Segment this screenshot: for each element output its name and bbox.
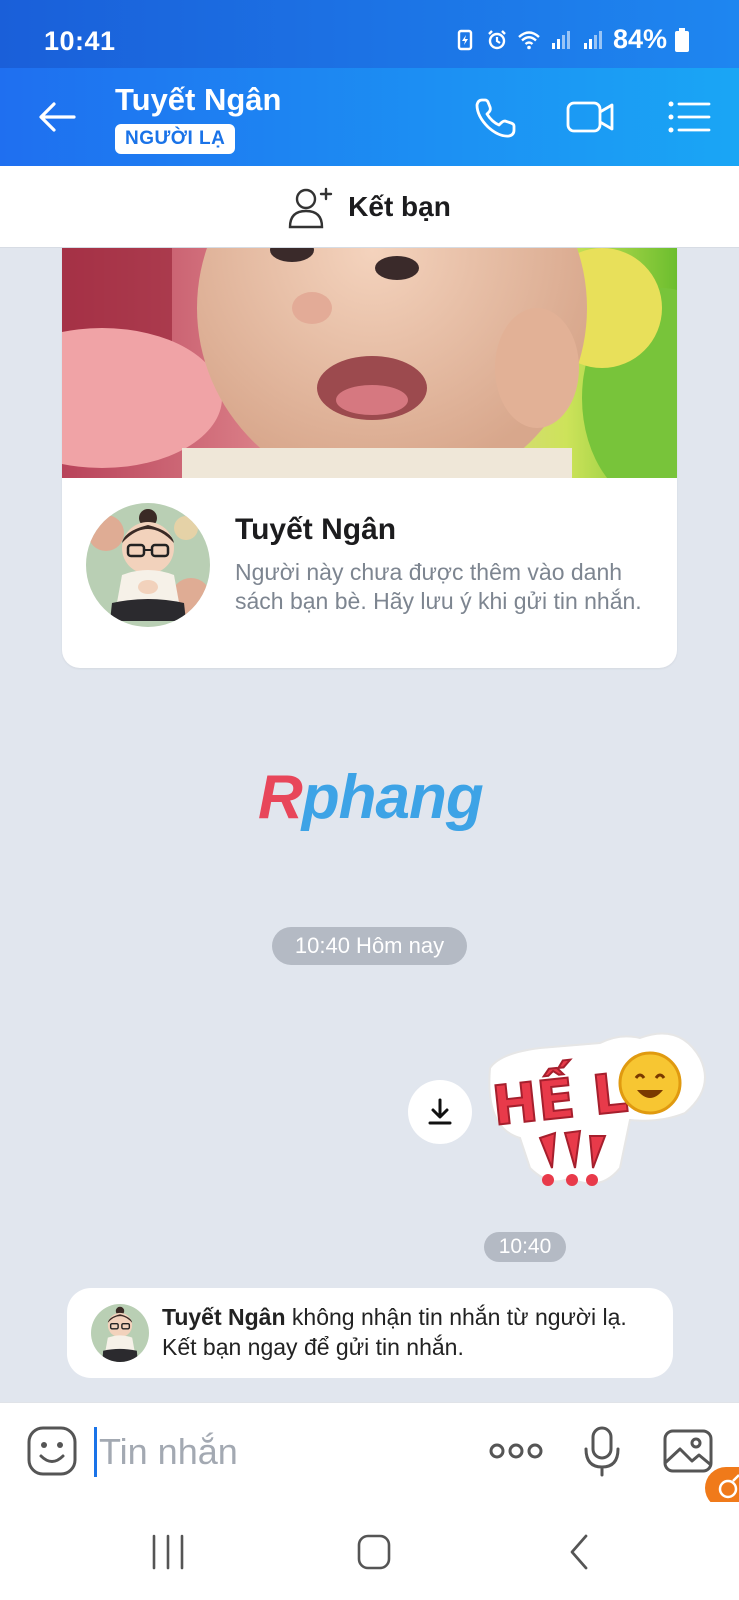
battery-saver-icon <box>457 29 473 50</box>
message-time: 10:40 <box>484 1232 566 1262</box>
notice-name: Tuyết Ngân <box>162 1304 286 1330</box>
emoji-icon[interactable] <box>26 1425 78 1477</box>
status-icons: 84% <box>453 24 689 55</box>
battery-percent: 84% <box>612 24 667 54</box>
signal-1-icon <box>551 30 570 49</box>
floating-badge-icon <box>718 1474 739 1499</box>
stranger-notice: Tuyết Ngân không nhận tin nhắn từ người … <box>67 1288 673 1378</box>
cover-photo <box>62 248 677 478</box>
chat-header: Tuyết Ngân NGƯỜI LẠ <box>0 68 739 166</box>
video-call-icon[interactable] <box>565 94 615 140</box>
contact-name[interactable]: Tuyết Ngân <box>115 82 282 118</box>
notice-line2: Kết bạn ngay để gửi tin nhắn. <box>162 1334 464 1360</box>
profile-card[interactable]: Tuyết Ngân Người này chưa được thêm vào … <box>62 248 677 668</box>
system-nav-bar <box>0 1502 739 1600</box>
message-composer <box>0 1402 739 1502</box>
wifi-icon <box>518 30 540 49</box>
back-nav-icon[interactable] <box>560 1534 600 1570</box>
mic-icon[interactable] <box>576 1425 628 1477</box>
image-icon[interactable] <box>662 1425 714 1477</box>
profile-description: Người này chưa được thêm vào danh sách b… <box>235 559 642 614</box>
download-button[interactable] <box>408 1080 472 1144</box>
status-time: 10:41 <box>44 26 116 56</box>
add-friend-button[interactable]: Kết bạn <box>0 166 739 248</box>
notice-avatar <box>91 1304 149 1362</box>
contact-avatar[interactable] <box>86 503 210 627</box>
home-icon[interactable] <box>354 1534 394 1570</box>
back-arrow-icon[interactable] <box>34 94 80 140</box>
alarm-icon <box>488 29 506 49</box>
hello-sticker[interactable]: HẾ LÔ <box>480 1028 710 1198</box>
profile-name: Tuyết Ngân <box>235 513 397 546</box>
status-bar: 10:41 84% <box>0 0 739 68</box>
add-friend-label: Kết bạn <box>348 190 451 222</box>
notice-text: Tuyết Ngân không nhận tin nhắn từ người … <box>162 1302 662 1362</box>
recent-apps-icon[interactable] <box>148 1534 188 1570</box>
add-friend-icon <box>288 187 333 228</box>
phone-icon[interactable] <box>470 94 520 140</box>
date-separator: 10:40 Hôm nay <box>272 927 467 965</box>
download-icon <box>428 1098 452 1125</box>
more-icon[interactable] <box>488 1425 544 1477</box>
notice-line1: không nhận tin nhắn từ người lạ. <box>285 1304 627 1330</box>
menu-list-icon[interactable] <box>665 94 715 140</box>
watermark-logo: Rphang <box>258 763 484 832</box>
battery-icon <box>675 27 689 52</box>
signal-2-icon <box>583 30 602 49</box>
stranger-badge: NGƯỜI LẠ <box>115 124 236 154</box>
message-input[interactable] <box>94 1427 454 1477</box>
